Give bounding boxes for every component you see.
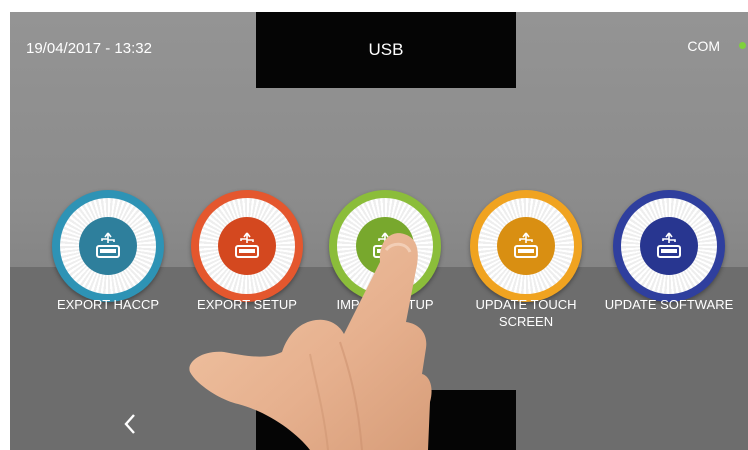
button-ring	[329, 190, 441, 302]
import-setup-button[interactable]: IMPORT SETUP	[315, 190, 455, 350]
com-status-label: COM	[687, 38, 720, 54]
home-bar	[256, 390, 516, 450]
button-ring	[191, 190, 303, 302]
device-screen: USB 19/04/2017 - 13:32 COM EXPORT HACCP	[10, 12, 748, 450]
button-ring	[613, 190, 725, 302]
back-button[interactable]	[122, 412, 138, 443]
export-haccp-button[interactable]: EXPORT HACCP	[38, 190, 178, 350]
button-label: EXPORT HACCP	[56, 297, 160, 312]
button-label: UPDATE TOUCH SCREEN	[475, 297, 577, 329]
usb-drive-icon	[497, 217, 555, 275]
usb-drive-icon	[218, 217, 276, 275]
button-label: EXPORT SETUP	[197, 297, 297, 312]
home-button[interactable]	[366, 400, 406, 440]
home-icon	[372, 407, 400, 433]
page-title: USB	[368, 40, 404, 59]
button-label: IMPORT SETUP	[336, 297, 434, 312]
usb-drive-icon	[640, 217, 698, 275]
update-software-button[interactable]: UPDATE SOFTWARE	[599, 190, 739, 350]
export-setup-button[interactable]: EXPORT SETUP	[177, 190, 317, 350]
date-time: 19/04/2017 - 13:32	[26, 40, 152, 57]
page-title-bar: USB	[256, 12, 516, 88]
button-ring	[52, 190, 164, 302]
usb-drive-icon	[79, 217, 137, 275]
button-ring	[470, 190, 582, 302]
button-label: UPDATE SOFTWARE	[604, 297, 734, 312]
update-touch-screen-button[interactable]: UPDATE TOUCH SCREEN	[456, 190, 596, 350]
com-status-indicator	[739, 42, 746, 49]
usb-drive-icon	[356, 217, 414, 275]
chevron-left-icon	[124, 414, 135, 434]
